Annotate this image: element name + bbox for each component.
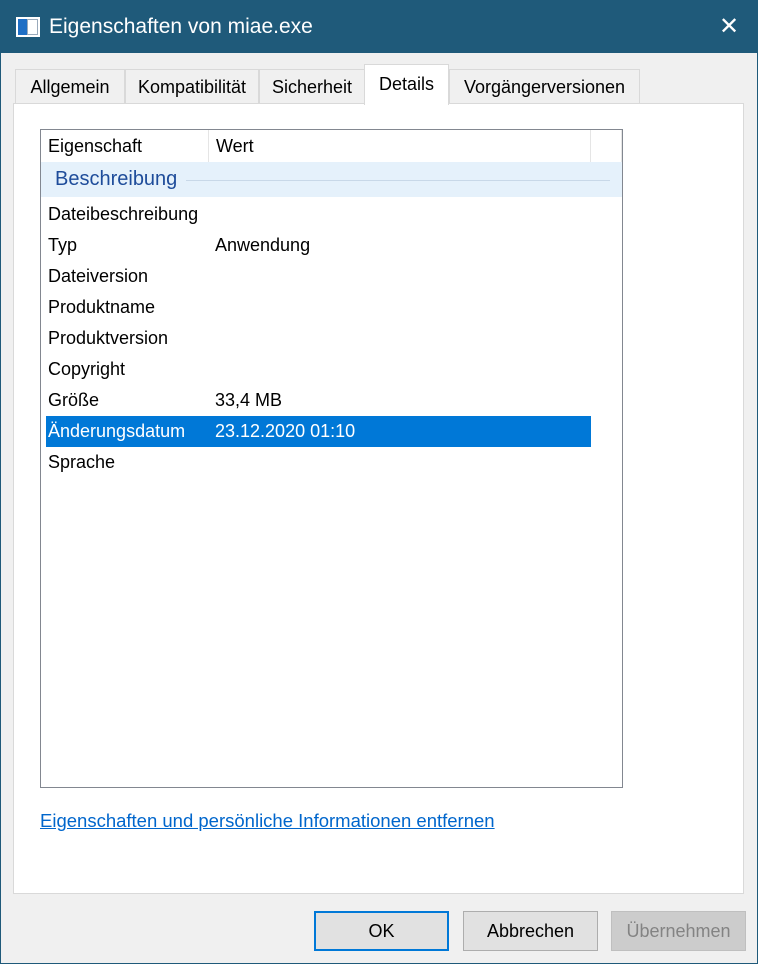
column-header-property[interactable]: Eigenschaft bbox=[41, 130, 209, 162]
list-item[interactable]: Dateiversion bbox=[46, 261, 591, 292]
property-name: Copyright bbox=[48, 359, 126, 379]
cancel-button[interactable]: Abbrechen bbox=[463, 911, 598, 951]
column-header-filler bbox=[591, 130, 622, 162]
property-name: Änderungsdatum bbox=[48, 421, 186, 441]
property-name: Sprache bbox=[48, 452, 116, 472]
list-item[interactable]: Dateibeschreibung bbox=[46, 199, 591, 230]
tab-details[interactable]: Details bbox=[364, 64, 449, 105]
apply-button[interactable]: Übernehmen bbox=[611, 911, 746, 951]
window-title: Eigenschaften von miae.exe bbox=[49, 15, 313, 38]
property-value: 23.12.2020 01:10 bbox=[215, 421, 356, 441]
property-name: Produktversion bbox=[48, 328, 169, 348]
property-name: Produktname bbox=[48, 297, 156, 317]
property-name: Dateiversion bbox=[48, 266, 149, 286]
list-item[interactable]: Produktname bbox=[46, 292, 591, 323]
properties-dialog: Eigenschaften von miae.exe ✕ Allgemein K… bbox=[0, 0, 758, 964]
group-label: Beschreibung bbox=[55, 168, 178, 190]
group-divider bbox=[186, 180, 610, 181]
properties-list[interactable]: Eigenschaft Wert Beschreibung Dateibesch… bbox=[40, 129, 623, 788]
ok-button[interactable]: OK bbox=[314, 911, 449, 951]
list-item[interactable]: Copyright bbox=[46, 354, 591, 385]
title-bar: Eigenschaften von miae.exe ✕ bbox=[1, 1, 757, 53]
property-name: Größe bbox=[48, 390, 100, 410]
details-panel: Eigenschaft Wert Beschreibung Dateibesch… bbox=[13, 103, 744, 894]
remove-properties-link[interactable]: Eigenschaften und persönliche Informatio… bbox=[40, 810, 495, 832]
tab-vorgaengerversionen[interactable]: Vorgängerversionen bbox=[449, 69, 640, 103]
property-name: Typ bbox=[48, 235, 78, 255]
group-header[interactable]: Beschreibung bbox=[41, 162, 622, 197]
list-item[interactable]: Produktversion bbox=[46, 323, 591, 354]
tab-kompatibilitaet[interactable]: Kompatibilität bbox=[125, 69, 259, 103]
property-name: Dateibeschreibung bbox=[48, 204, 199, 224]
list-item[interactable]: Größe 33,4 MB bbox=[46, 385, 591, 416]
list-item[interactable]: Sprache bbox=[46, 447, 591, 478]
list-item-selected[interactable]: Änderungsdatum 23.12.2020 01:10 bbox=[46, 416, 591, 447]
window-app-icon bbox=[16, 17, 40, 37]
property-value: Anwendung bbox=[215, 235, 311, 255]
property-value: 33,4 MB bbox=[215, 390, 283, 410]
list-item[interactable]: Typ Anwendung bbox=[46, 230, 591, 261]
close-button[interactable]: ✕ bbox=[715, 13, 743, 41]
tab-allgemein[interactable]: Allgemein bbox=[15, 69, 125, 103]
column-header-value[interactable]: Wert bbox=[209, 130, 591, 162]
tab-sicherheit[interactable]: Sicherheit bbox=[259, 69, 365, 103]
